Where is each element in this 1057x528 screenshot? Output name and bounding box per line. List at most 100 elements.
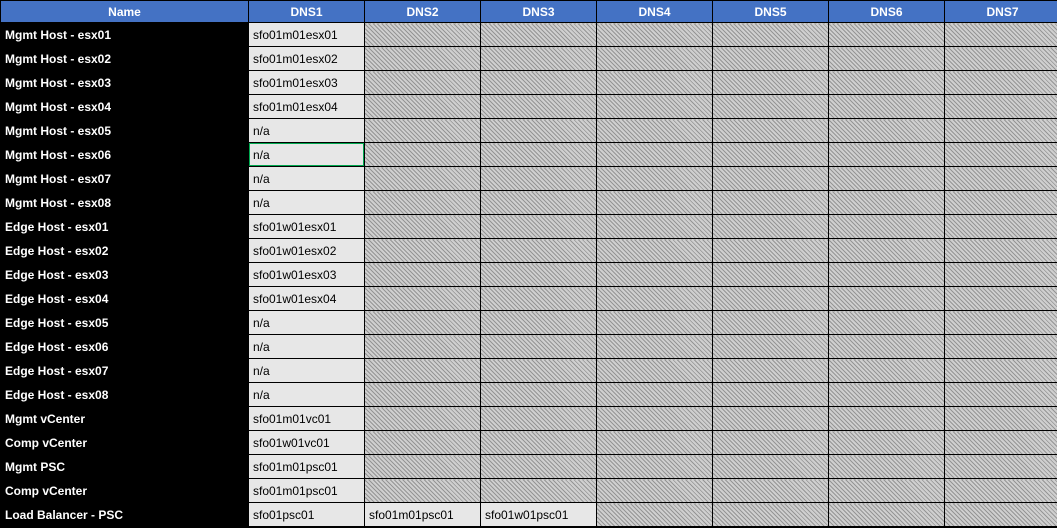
- dns-cell-empty[interactable]: [945, 95, 1057, 119]
- dns-cell[interactable]: sfo01m01psc01: [249, 455, 365, 479]
- dns-cell-empty[interactable]: [597, 167, 713, 191]
- dns-cell[interactable]: sfo01m01esx02: [249, 47, 365, 71]
- dns-cell-empty[interactable]: [597, 287, 713, 311]
- dns-cell-empty[interactable]: [829, 167, 945, 191]
- dns-cell-empty[interactable]: [829, 503, 945, 527]
- name-cell[interactable]: Mgmt Host - esx01: [1, 23, 249, 47]
- dns-cell-empty[interactable]: [829, 407, 945, 431]
- name-cell[interactable]: Mgmt Host - esx04: [1, 95, 249, 119]
- dns-cell[interactable]: n/a: [249, 119, 365, 143]
- dns-cell-empty[interactable]: [713, 311, 829, 335]
- dns-cell[interactable]: n/a: [249, 143, 365, 167]
- dns-cell[interactable]: sfo01m01esx04: [249, 95, 365, 119]
- dns-cell[interactable]: sfo01psc01: [249, 503, 365, 527]
- dns-cell-empty[interactable]: [481, 95, 597, 119]
- dns-cell-empty[interactable]: [713, 23, 829, 47]
- dns-cell-empty[interactable]: [481, 71, 597, 95]
- dns-cell-empty[interactable]: [481, 287, 597, 311]
- dns-cell-empty[interactable]: [481, 407, 597, 431]
- name-cell[interactable]: Edge Host - esx01: [1, 215, 249, 239]
- dns-cell-empty[interactable]: [365, 119, 481, 143]
- dns-cell-empty[interactable]: [365, 431, 481, 455]
- name-cell[interactable]: Mgmt Host - esx08: [1, 191, 249, 215]
- name-cell[interactable]: Load Balancer - PSC: [1, 503, 249, 527]
- dns-cell-empty[interactable]: [597, 215, 713, 239]
- header-name[interactable]: Name: [1, 1, 249, 23]
- dns-cell-empty[interactable]: [597, 479, 713, 503]
- dns-cell-empty[interactable]: [829, 287, 945, 311]
- dns-cell-empty[interactable]: [481, 191, 597, 215]
- dns-cell-empty[interactable]: [365, 191, 481, 215]
- dns-cell-empty[interactable]: [713, 455, 829, 479]
- dns-cell-empty[interactable]: [945, 23, 1057, 47]
- dns-cell-empty[interactable]: [365, 143, 481, 167]
- dns-cell[interactable]: n/a: [249, 359, 365, 383]
- name-cell[interactable]: Comp vCenter: [1, 479, 249, 503]
- dns-cell-empty[interactable]: [365, 383, 481, 407]
- dns-cell-empty[interactable]: [597, 455, 713, 479]
- dns-cell-empty[interactable]: [829, 359, 945, 383]
- dns-cell[interactable]: sfo01m01psc01: [249, 479, 365, 503]
- name-cell[interactable]: Mgmt PSC: [1, 455, 249, 479]
- dns-cell-empty[interactable]: [481, 239, 597, 263]
- dns-cell-empty[interactable]: [713, 503, 829, 527]
- dns-cell[interactable]: n/a: [249, 191, 365, 215]
- dns-cell[interactable]: sfo01m01esx03: [249, 71, 365, 95]
- dns-cell-empty[interactable]: [829, 335, 945, 359]
- dns-cell-empty[interactable]: [597, 191, 713, 215]
- dns-cell-empty[interactable]: [713, 119, 829, 143]
- dns-cell-empty[interactable]: [597, 359, 713, 383]
- dns-cell-empty[interactable]: [945, 383, 1057, 407]
- dns-cell-empty[interactable]: [829, 263, 945, 287]
- dns-cell-empty[interactable]: [945, 455, 1057, 479]
- dns-cell-empty[interactable]: [597, 431, 713, 455]
- dns-cell-empty[interactable]: [713, 239, 829, 263]
- dns-cell-empty[interactable]: [365, 407, 481, 431]
- header-dns7[interactable]: DNS7: [945, 1, 1057, 23]
- dns-cell-empty[interactable]: [365, 479, 481, 503]
- dns-cell-empty[interactable]: [481, 455, 597, 479]
- dns-cell-empty[interactable]: [945, 47, 1057, 71]
- dns-cell[interactable]: sfo01w01esx04: [249, 287, 365, 311]
- dns-cell-empty[interactable]: [597, 335, 713, 359]
- dns-cell-empty[interactable]: [945, 431, 1057, 455]
- header-dns6[interactable]: DNS6: [829, 1, 945, 23]
- dns-cell-empty[interactable]: [481, 215, 597, 239]
- dns-cell-empty[interactable]: [365, 263, 481, 287]
- dns-cell-empty[interactable]: [597, 95, 713, 119]
- name-cell[interactable]: Edge Host - esx02: [1, 239, 249, 263]
- dns-cell-empty[interactable]: [597, 503, 713, 527]
- dns-cell-empty[interactable]: [713, 479, 829, 503]
- dns-cell-empty[interactable]: [945, 407, 1057, 431]
- name-cell[interactable]: Edge Host - esx08: [1, 383, 249, 407]
- dns-cell-empty[interactable]: [481, 167, 597, 191]
- dns-cell-empty[interactable]: [365, 23, 481, 47]
- dns-cell[interactable]: sfo01w01vc01: [249, 431, 365, 455]
- dns-cell-empty[interactable]: [481, 311, 597, 335]
- name-cell[interactable]: Edge Host - esx03: [1, 263, 249, 287]
- dns-cell-empty[interactable]: [829, 479, 945, 503]
- dns-cell-empty[interactable]: [945, 191, 1057, 215]
- dns-cell-empty[interactable]: [829, 71, 945, 95]
- dns-cell-empty[interactable]: [829, 47, 945, 71]
- dns-cell-empty[interactable]: [829, 95, 945, 119]
- dns-cell-empty[interactable]: [365, 287, 481, 311]
- dns-cell-empty[interactable]: [481, 23, 597, 47]
- dns-cell[interactable]: sfo01w01esx03: [249, 263, 365, 287]
- name-cell[interactable]: Edge Host - esx04: [1, 287, 249, 311]
- dns-cell-empty[interactable]: [829, 143, 945, 167]
- dns-cell-empty[interactable]: [713, 287, 829, 311]
- header-dns5[interactable]: DNS5: [713, 1, 829, 23]
- dns-cell-empty[interactable]: [945, 263, 1057, 287]
- dns-cell-empty[interactable]: [945, 311, 1057, 335]
- dns-cell-empty[interactable]: [713, 191, 829, 215]
- header-dns2[interactable]: DNS2: [365, 1, 481, 23]
- name-cell[interactable]: Mgmt vCenter: [1, 407, 249, 431]
- dns-cell-empty[interactable]: [597, 239, 713, 263]
- dns-cell-empty[interactable]: [945, 359, 1057, 383]
- dns-cell-empty[interactable]: [829, 239, 945, 263]
- dns-cell-empty[interactable]: [365, 335, 481, 359]
- header-dns3[interactable]: DNS3: [481, 1, 597, 23]
- dns-cell-empty[interactable]: [945, 503, 1057, 527]
- dns-cell-empty[interactable]: [829, 431, 945, 455]
